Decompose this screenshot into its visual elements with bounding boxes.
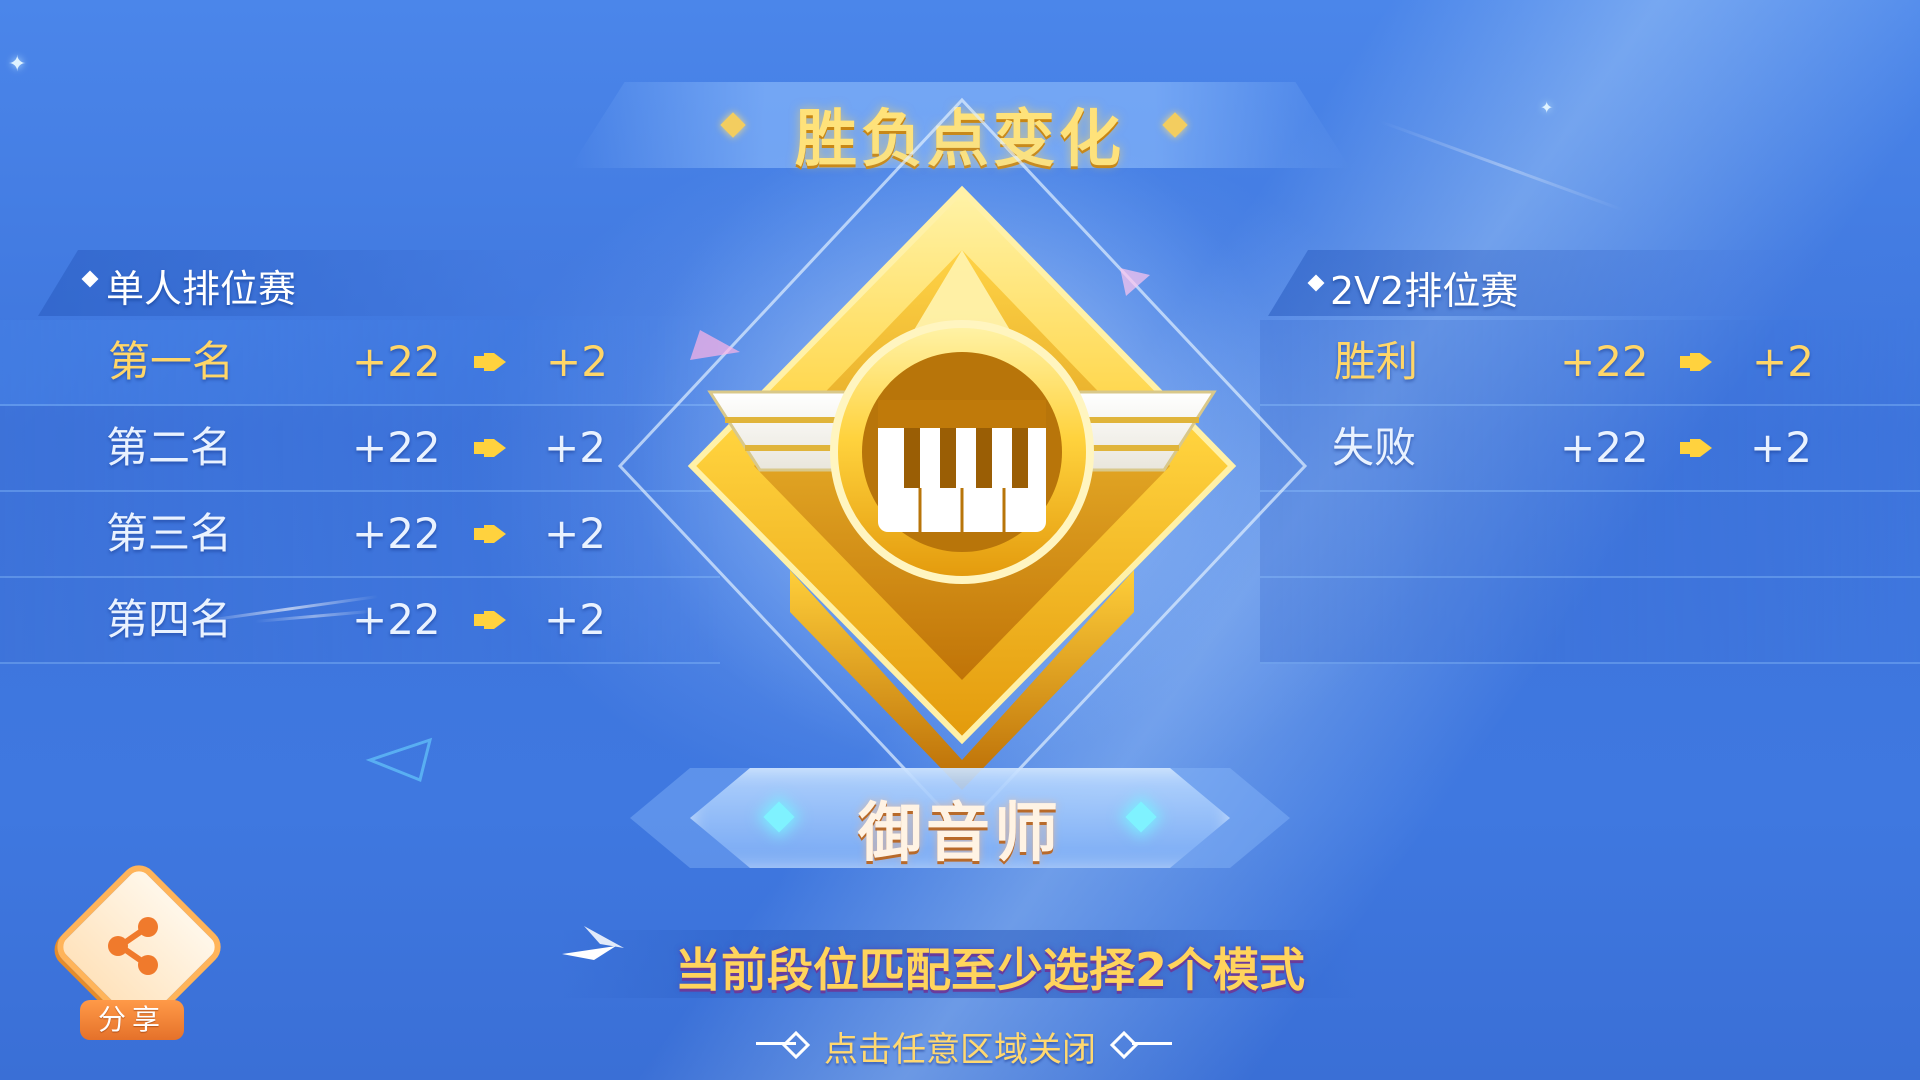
solo-row-2: 第二名 +22 +2 [0,406,720,492]
close-hint[interactable]: 点击任意区域关闭 [0,1022,1920,1071]
arrow-right-icon [474,525,506,543]
arrow-right-icon [474,611,506,629]
duo-row-empty [1260,578,1920,664]
duo-row-lose: 失败 +22 +2 [1260,406,1920,492]
duo-row-after: +2 [1752,337,1814,386]
solo-row-3: 第三名 +22 +2 [0,492,720,578]
solo-row-before: +22 [352,509,441,558]
badge-diamond [687,185,1237,745]
badge-arrow [914,250,1010,330]
solo-row-after: +2 [544,509,606,558]
share-button[interactable]: 分享 [49,857,229,1044]
solo-section-title: 单人排位赛 [106,267,297,311]
badge-medallion-inner [862,352,1062,552]
badge-medallion [830,320,1094,584]
arrow-right-icon [1680,439,1712,457]
piano-keys-icon [878,400,1046,532]
solo-row-label: 第四名 [106,595,233,644]
rank-name: 御音师 [858,797,1062,871]
solo-row-before: +22 [352,337,441,386]
badge-wing-left [707,390,902,472]
share-label: 分享 [80,1000,184,1040]
duo-section-title: 2V2排位赛 [1330,269,1519,313]
rank-change-screen[interactable]: ✦ ✦ 胜负点变化 单人排位赛 第一名 +22 +2 第二名 +22 +2 第三… [0,0,1920,1080]
badge-chevron [810,520,1114,730]
solo-row-after: +2 [546,337,608,386]
duo-row-win: 胜利 +22 +2 [1260,320,1920,406]
arrow-right-icon [474,353,506,371]
arrow-right-icon [474,439,506,457]
duo-row-after: +2 [1750,423,1812,472]
arrow-right-icon [1680,353,1712,371]
badge-wing-right [1022,390,1217,472]
solo-row-after: +2 [544,595,606,644]
duo-row-empty [1260,492,1920,578]
duo-row-label: 胜利 [1334,337,1419,386]
solo-row-label: 第二名 [106,423,233,472]
duo-row-label: 失败 [1332,423,1417,472]
page-title: 胜负点变化 [794,102,1125,175]
sparkle-icon: ✦ [8,52,27,77]
badge-chevron [790,570,1134,790]
duo-row-before: +22 [1560,423,1649,472]
solo-row-before: +22 [352,423,441,472]
badge-inner-diamond [754,250,1170,680]
solo-row-1: 第一名 +22 +2 [0,320,720,406]
solo-row-label: 第一名 [108,337,235,386]
solo-row-label: 第三名 [106,509,233,558]
duo-row-before: +22 [1560,337,1649,386]
solo-row-before: +22 [352,595,441,644]
badge-outline [617,97,1308,833]
solo-row-4: 第四名 +22 +2 [0,578,720,664]
badge-glow [632,110,1292,770]
share-icon [108,917,158,975]
solo-row-after: +2 [544,423,606,472]
mode-requirement-tip: 当前段位匹配至少选择2个模式 [674,943,1305,997]
